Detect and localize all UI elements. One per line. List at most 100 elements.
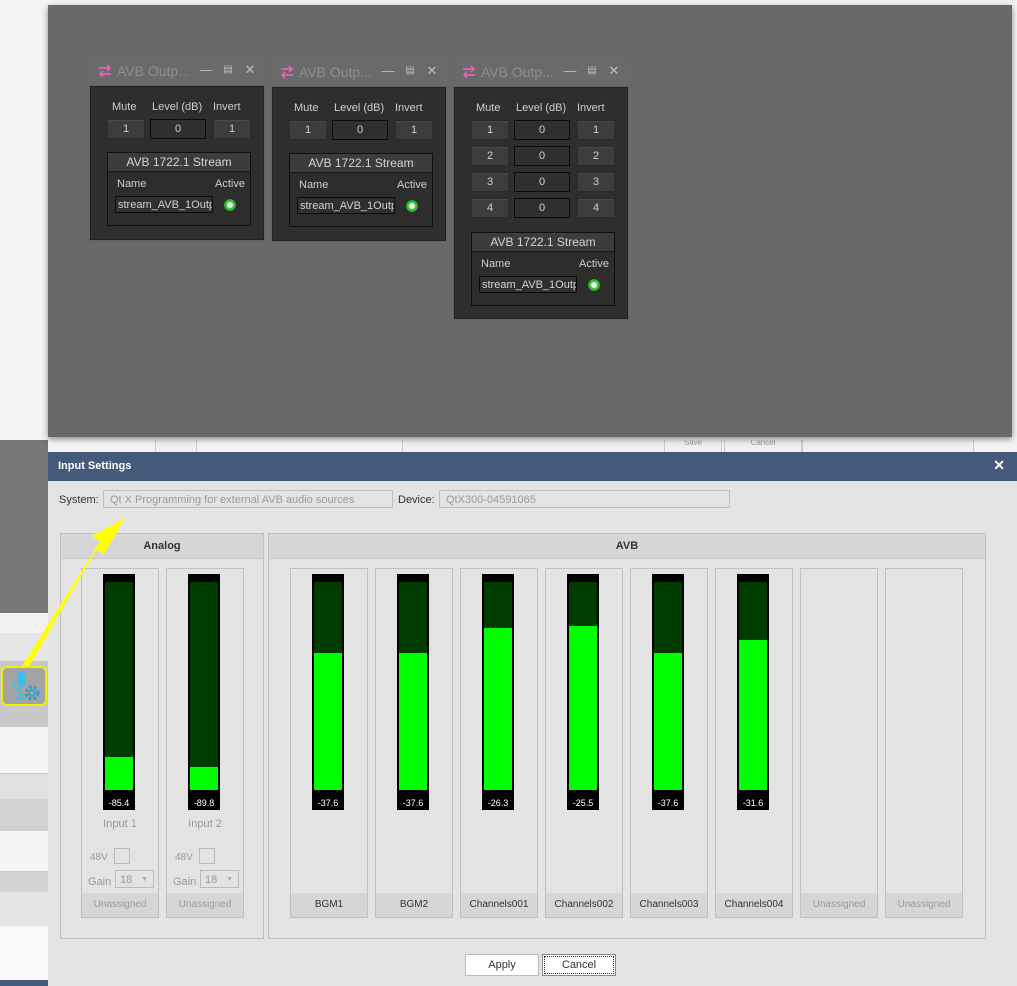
stream-active-label: Active: [579, 258, 609, 270]
avb-stream-group: AVB 1722.1 Stream Name Active stream_AVB…: [289, 153, 433, 227]
invert-header: Invert: [577, 102, 605, 114]
channel-assignment[interactable]: Unassigned: [801, 893, 877, 917]
design-canvas[interactable]: AVB Outp... — ▤ ✕ Mute Level (dB) Invert…: [48, 5, 1012, 437]
close-icon[interactable]: ✕: [607, 63, 621, 79]
mute-button[interactable]: 1: [107, 119, 145, 139]
stream-active-label: Active: [397, 179, 427, 191]
channel-assignment[interactable]: Unassigned: [167, 893, 243, 917]
level-meter: -25.5: [567, 574, 599, 810]
invert-button[interactable]: 4: [577, 198, 615, 218]
meter-track: [484, 582, 512, 790]
meter-value: -31.6: [742, 798, 764, 808]
background-segment: [802, 440, 974, 452]
level-field[interactable]: 0: [514, 146, 570, 166]
phantom-power-checkbox[interactable]: [114, 848, 130, 864]
maximize-icon[interactable]: ▤: [403, 65, 417, 76]
meter-fill: [314, 652, 342, 790]
channel-assignment[interactable]: BGM1: [291, 893, 367, 917]
avb-window-titlebar[interactable]: AVB Outp... — ▤ ✕: [89, 57, 265, 85]
close-icon[interactable]: ✕: [993, 457, 1005, 474]
meter-value: -37.6: [657, 798, 679, 808]
minimize-icon[interactable]: —: [199, 62, 213, 77]
system-field[interactable]: Qt X Programming for external AVB audio …: [103, 490, 393, 508]
level-field[interactable]: 0: [150, 119, 206, 139]
background-row: [0, 892, 48, 927]
avb-output-window-1[interactable]: AVB Outp... — ▤ ✕ Mute Level (dB) Invert…: [89, 57, 265, 241]
background-row: [0, 727, 48, 773]
minimize-icon[interactable]: —: [563, 63, 577, 78]
mute-button[interactable]: 1: [471, 120, 509, 140]
minimize-icon[interactable]: —: [381, 63, 395, 78]
background-row: [0, 926, 48, 956]
meter-value: -89.8: [193, 798, 215, 808]
channel-name: Input 2: [188, 818, 222, 830]
stream-name-label: Name: [299, 179, 329, 191]
mute-button[interactable]: 2: [471, 146, 509, 166]
avb-window-titlebar[interactable]: AVB Outp... — ▤ ✕: [453, 58, 629, 86]
avb-stream-group: AVB 1722.1 Stream Name Active stream_AVB…: [471, 232, 615, 306]
mute-button[interactable]: 4: [471, 198, 509, 218]
microphone-settings-button[interactable]: [1, 666, 47, 706]
level-meter: -37.6: [312, 574, 344, 810]
level-meter: -37.6: [652, 574, 684, 810]
avb-group: AVB -37.6 BGM1 -37.6 BGM2 -26.3 Channels001 -2…: [268, 533, 986, 939]
stream-name-field[interactable]: stream_AVB_1Outp: [479, 276, 577, 293]
avb-output-window-3[interactable]: AVB Outp... — ▤ ✕ Mute Level (dB) Invert…: [453, 58, 629, 320]
invert-button[interactable]: 1: [577, 120, 615, 140]
level-field[interactable]: 0: [514, 120, 570, 140]
stream-group-title: AVB 1722.1 Stream: [108, 153, 250, 172]
meter-fill: [105, 756, 133, 790]
meter-fill: [484, 627, 512, 790]
active-led-icon: [406, 200, 418, 212]
mute-button[interactable]: 1: [289, 120, 327, 140]
channel-assignment[interactable]: BGM2: [376, 893, 452, 917]
stream-name-field[interactable]: stream_AVB_1Outp: [297, 197, 395, 214]
avb-window-body: Mute Level (dB) Invert 1 0 1 AVB 1722.1 …: [272, 87, 446, 241]
avb-window-title: AVB Outp...: [299, 64, 372, 80]
invert-button[interactable]: 2: [577, 146, 615, 166]
level-field[interactable]: 0: [514, 172, 570, 192]
device-label: Device:: [398, 494, 435, 506]
channel-strip: -37.6 BGM2: [375, 568, 453, 918]
channel-strip: Unassigned: [800, 568, 878, 918]
meter-value: -37.6: [402, 798, 424, 808]
avb-window-body: Mute Level (dB) Invert 1 0 1 AVB 1722.1 …: [90, 86, 264, 240]
channel-assignment[interactable]: Channels002: [546, 893, 622, 917]
maximize-icon[interactable]: ▤: [221, 64, 235, 75]
invert-button[interactable]: 1: [213, 119, 251, 139]
gain-select[interactable]: 18 ▼: [200, 870, 239, 888]
invert-button[interactable]: 1: [395, 120, 433, 140]
channel-assignment[interactable]: Unassigned: [82, 893, 158, 917]
chevron-down-icon: ▼: [226, 876, 233, 883]
stream-group-title: AVB 1722.1 Stream: [472, 233, 614, 252]
meter-fill: [190, 767, 218, 790]
meter-track: [190, 582, 218, 790]
cancel-button[interactable]: Cancel: [542, 954, 616, 976]
level-field[interactable]: 0: [514, 198, 570, 218]
maximize-icon[interactable]: ▤: [585, 65, 599, 76]
channel-assignment[interactable]: Channels001: [461, 893, 537, 917]
mute-header: Mute: [294, 102, 319, 114]
avb-output-window-2[interactable]: AVB Outp... — ▤ ✕ Mute Level (dB) Invert…: [271, 58, 447, 242]
phantom-power-label: 48V: [175, 852, 193, 863]
mute-button[interactable]: 3: [471, 172, 509, 192]
invert-button[interactable]: 3: [577, 172, 615, 192]
background-row: [0, 773, 48, 800]
close-icon[interactable]: ✕: [425, 63, 439, 79]
input-settings-dialog: Input Settings ✕ System: Qt X Programmin…: [48, 452, 1017, 986]
apply-button[interactable]: Apply: [465, 954, 539, 976]
level-field[interactable]: 0: [332, 120, 388, 140]
stream-name-field[interactable]: stream_AVB_1Outp: [115, 196, 213, 213]
phantom-power-checkbox[interactable]: [199, 848, 215, 864]
channel-assignment[interactable]: Unassigned: [886, 893, 962, 917]
device-field[interactable]: QtX300-04591065: [439, 490, 730, 508]
level-meter: -31.6: [737, 574, 769, 810]
dialog-titlebar[interactable]: Input Settings ✕: [48, 452, 1017, 481]
avb-window-titlebar[interactable]: AVB Outp... — ▤ ✕: [271, 58, 447, 86]
channel-assignment[interactable]: Channels004: [716, 893, 792, 917]
level-header: Level (dB): [334, 102, 385, 114]
channel-assignment[interactable]: Channels003: [631, 893, 707, 917]
close-icon[interactable]: ✕: [243, 62, 257, 78]
gain-select[interactable]: 18 ▼: [115, 870, 154, 888]
avb-window-title: AVB Outp...: [117, 63, 190, 79]
